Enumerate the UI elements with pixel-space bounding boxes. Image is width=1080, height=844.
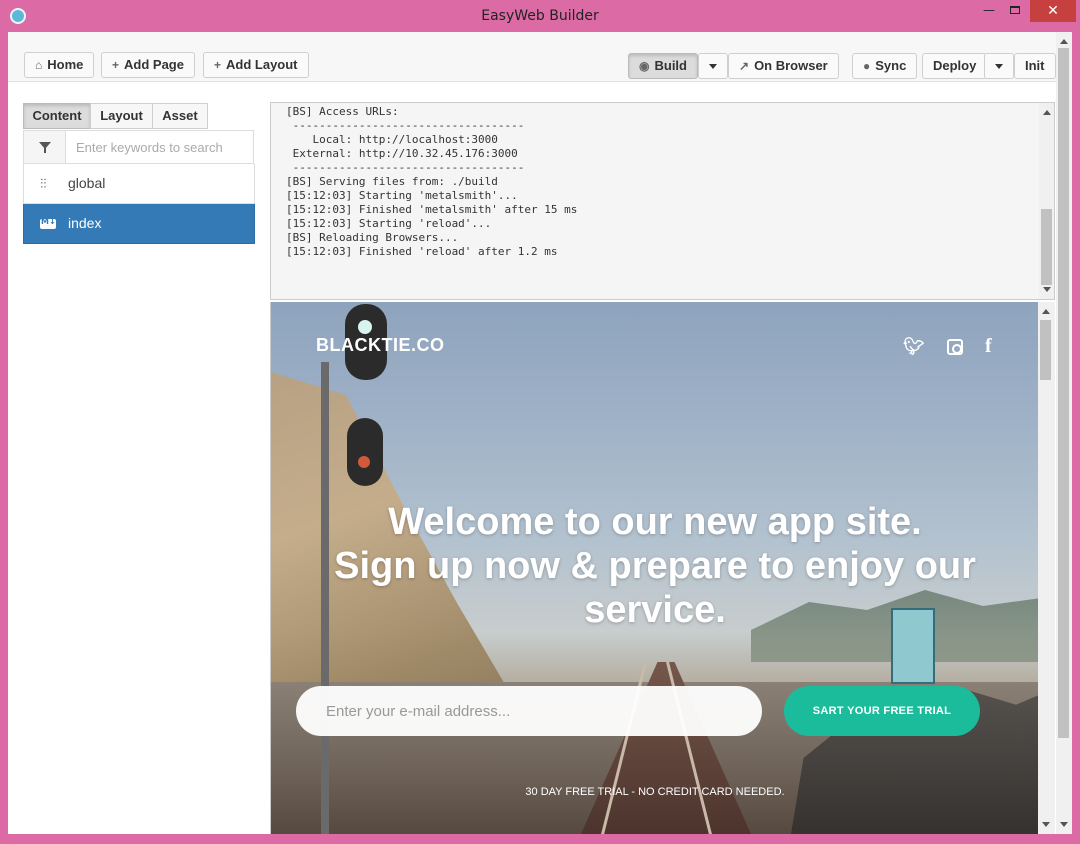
build-dropdown-button[interactable] [698,53,728,79]
caret-down-icon [995,64,1003,70]
console-line: [15:12:03] Starting 'metalsmith'... [286,189,518,202]
plus-icon: + [214,58,222,72]
add-layout-button[interactable]: + Add Layout [203,52,309,78]
caret-down-icon [709,64,717,70]
sliders-icon: ⫶⫶ [40,176,47,191]
facebook-icon[interactable]: f [985,335,992,358]
toolbar: ⌂ Home + Add Page + Add Layout ◉ Build ↗ On B… [8,32,1056,82]
title-bar[interactable]: EasyWeb Builder — ✕ [0,0,1080,32]
window-scrollbar[interactable] [1056,32,1072,834]
scroll-down-icon[interactable] [1043,287,1051,292]
search-input[interactable] [67,131,253,163]
email-field[interactable] [296,686,762,736]
list-item-label: index [68,215,102,231]
github-icon: ● [863,59,871,73]
preview-scrollbar[interactable] [1038,302,1055,834]
headline-line: Sign up now & prepare to enjoy our [334,545,976,587]
signal-light [347,418,383,486]
deploy-button[interactable]: Deploy [922,53,988,79]
search-box [23,130,254,164]
tab-content[interactable]: Content [23,103,91,129]
site-logo[interactable]: BLACKTIE.CO [316,335,445,356]
scroll-up-icon[interactable] [1060,39,1068,44]
console-line: [15:12:03] Finished 'reload' after 1.2 m… [286,245,558,258]
console-line: [BS] Serving files from: ./build [286,175,498,188]
markdown-icon [40,216,56,232]
twitter-icon[interactable]: 🐦︎ [903,337,925,357]
external-link-icon: ↗ [739,59,750,73]
hero-section: BLACKTIE.CO 🐦︎ f Welcome to our new app … [271,302,1039,834]
build-label: Build [654,58,687,73]
window-title: EasyWeb Builder [481,8,599,24]
tab-layout[interactable]: Layout [90,103,153,129]
filter-icon [38,142,51,153]
console-output: [BS] Access URLs: ----------------------… [286,105,577,259]
add-page-button[interactable]: + Add Page [101,52,195,78]
headline-line: service. [584,589,726,631]
list-item-label: global [68,175,106,191]
on-browser-button[interactable]: ↗ On Browser [728,53,839,79]
list-item-index[interactable]: index [23,204,255,244]
close-button[interactable]: ✕ [1030,0,1076,22]
eye-icon: ◉ [639,59,650,73]
init-button[interactable]: Init [1014,53,1056,79]
console-line: [BS] Reloading Browsers... [286,231,459,244]
preview-scroll-thumb[interactable] [1040,320,1051,380]
build-button[interactable]: ◉ Build [628,53,698,79]
console-line: ----------------------------------- [286,161,525,174]
headline-line: Welcome to our new app site. [388,501,922,543]
add-layout-label: Add Layout [226,57,298,72]
on-browser-label: On Browser [754,58,828,73]
scroll-down-icon[interactable] [1060,822,1068,827]
scroll-up-icon[interactable] [1043,110,1051,115]
start-trial-button[interactable]: SART YOUR FREE TRIAL [784,686,980,736]
console-line: [15:12:03] Finished 'metalsmith' after 1… [286,203,578,216]
init-label: Init [1025,58,1045,73]
scroll-down-icon[interactable] [1042,822,1050,827]
sync-label: Sync [875,58,907,73]
tab-asset[interactable]: Asset [152,103,208,129]
client-area: ⌂ Home + Add Page + Add Layout ◉ Build ↗ On B… [8,32,1072,834]
maximize-button[interactable] [1000,0,1030,22]
plus-icon: + [112,58,120,72]
console-line: [15:12:03] Starting 'reload'... [286,217,492,230]
console-line: [BS] Access URLs: [286,105,399,118]
console-line: External: http://10.32.45.176:3000 [286,147,518,160]
window-scroll-thumb[interactable] [1058,48,1069,738]
trial-note: 30 DAY FREE TRIAL - NO CREDIT CARD NEEDE… [525,786,785,798]
maximize-icon [1010,6,1020,14]
page-list: ⫶⫶ global index [23,164,255,244]
deploy-dropdown-button[interactable] [984,53,1014,79]
console-line: Local: http://localhost:3000 [286,133,498,146]
hero-headline: Welcome to our new app site. Sign up now… [271,500,1039,632]
home-label: Home [47,57,84,72]
home-button[interactable]: ⌂ Home [24,52,95,78]
console-scroll-thumb[interactable] [1041,209,1052,285]
deploy-label: Deploy [933,58,977,73]
instagram-icon[interactable] [947,339,963,355]
home-icon: ⌂ [35,58,43,72]
list-item-global[interactable]: ⫶⫶ global [23,164,255,204]
filter-button[interactable] [24,131,66,163]
console-scrollbar[interactable] [1039,103,1054,299]
site-preview: BLACKTIE.CO 🐦︎ f Welcome to our new app … [270,302,1055,834]
app-window: EasyWeb Builder — ✕ ⌂ Home + Add Page + Add… [0,0,1080,844]
add-page-label: Add Page [124,57,184,72]
console-line: ----------------------------------- [286,119,525,132]
scroll-up-icon[interactable] [1042,309,1050,314]
build-console[interactable]: [BS] Access URLs: ----------------------… [270,102,1055,300]
sync-button[interactable]: ● Sync [852,53,918,79]
